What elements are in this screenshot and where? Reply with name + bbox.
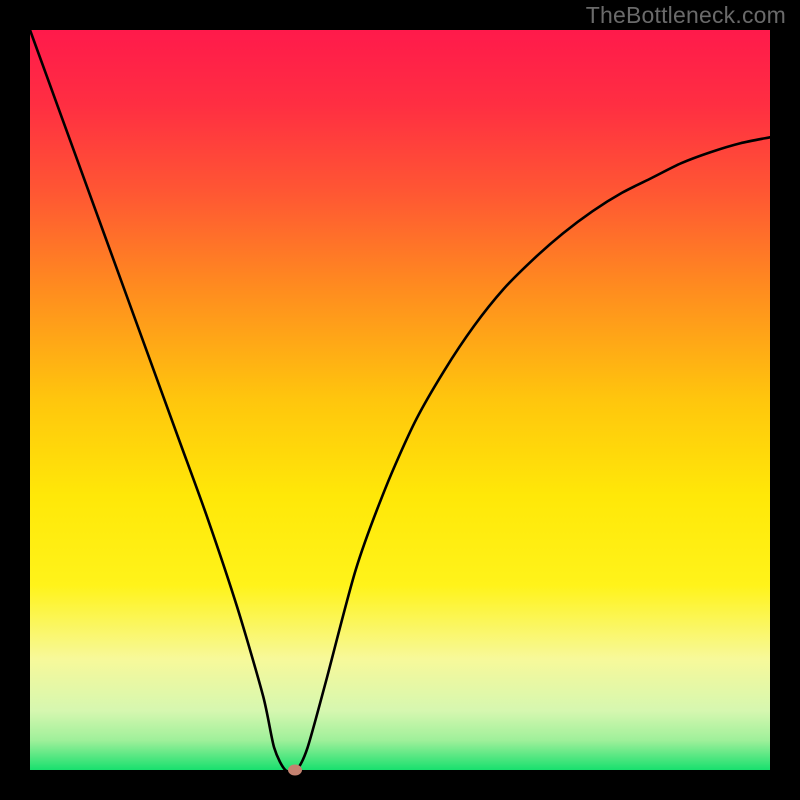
chart-frame: TheBottleneck.com — [0, 0, 800, 800]
curve-layer — [30, 30, 770, 770]
watermark-text: TheBottleneck.com — [586, 2, 786, 29]
optimum-marker-icon — [288, 765, 302, 776]
plot-area — [30, 30, 770, 770]
bottleneck-curve — [30, 30, 770, 772]
